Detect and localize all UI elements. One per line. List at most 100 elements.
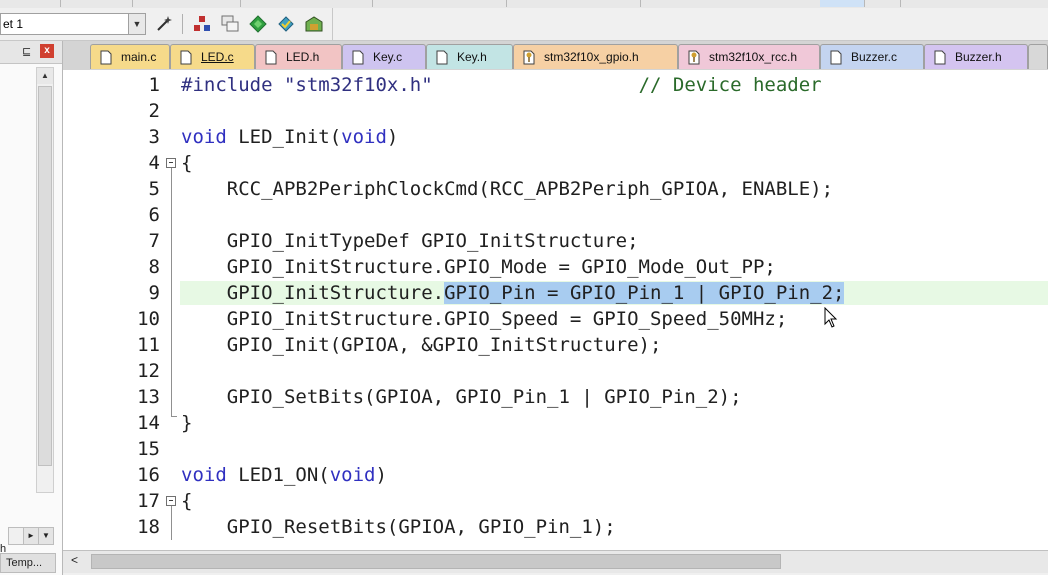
- tab-label: Key.c: [373, 50, 403, 64]
- fold-collapse-icon[interactable]: [166, 496, 176, 506]
- tab-key-h[interactable]: Key.h: [426, 44, 513, 69]
- fold-collapse-icon[interactable]: [166, 158, 176, 168]
- tab-led-c[interactable]: LED.c: [170, 44, 255, 69]
- code-line[interactable]: 4{: [63, 150, 1048, 176]
- file-icon: [100, 50, 112, 65]
- code-line[interactable]: 16 void LED1_ON(void): [63, 462, 1048, 488]
- code-line[interactable]: 8 GPIO_InitStructure.GPIO_Mode = GPIO_Mo…: [63, 254, 1048, 280]
- code-token: LED_Init(: [226, 126, 342, 148]
- tab-overflow[interactable]: [1028, 44, 1048, 69]
- code-token: ): [375, 464, 387, 486]
- line-number: 6: [148, 204, 160, 226]
- line-number: 5: [148, 178, 160, 200]
- line-number: 9: [148, 282, 160, 304]
- code-text: #include "stm32f10x.h" // Device header: [181, 72, 822, 98]
- header-file-icon: [523, 50, 535, 65]
- file-icon: [352, 50, 364, 65]
- code-text: {: [181, 150, 192, 176]
- strip-divider: [240, 0, 241, 7]
- line-number: 17: [137, 490, 160, 512]
- code-token: GPIO_InitStructure.GPIO_Speed = GPIO_Spe…: [181, 308, 788, 330]
- tab-label: LED.c: [201, 50, 234, 64]
- editor-tabs: main.c LED.c LED.h Key.c Key.h stm32f10x…: [63, 41, 1048, 71]
- file-icon: [180, 50, 192, 65]
- code-editor[interactable]: 1 #include "stm32f10x.h" // Device header…: [63, 70, 1048, 550]
- code-line[interactable]: 11 GPIO_Init(GPIOA, &GPIO_InitStructure)…: [63, 332, 1048, 358]
- tab-stm32f10x-gpio-h[interactable]: stm32f10x_gpio.h: [513, 44, 678, 69]
- code-text: GPIO_SetBits(GPIOA, GPIO_Pin_1 | GPIO_Pi…: [181, 384, 742, 410]
- tab-buzzer-c[interactable]: Buzzer.c: [820, 44, 924, 69]
- code-text: void LED1_ON(void): [181, 462, 387, 488]
- project-panel: ⊑ x ▲ ► ▼ h Temp...: [0, 41, 63, 575]
- code-text: GPIO_ResetBits(GPIOA, GPIO_Pin_1);: [181, 514, 616, 540]
- build-toolbar: et 1 ▼: [0, 8, 1048, 41]
- project-panel-hscroll[interactable]: ► ▼: [8, 527, 54, 545]
- code-line[interactable]: 15: [63, 436, 1048, 462]
- strip-highlight: [820, 0, 865, 7]
- manage-components-button[interactable]: [190, 13, 214, 35]
- code-keyword: void: [341, 126, 387, 148]
- code-line[interactable]: 3 void LED_Init(void): [63, 124, 1048, 150]
- code-line[interactable]: 5 RCC_APB2PeriphClockCmd(RCC_APB2Periph_…: [63, 176, 1048, 202]
- components-icon: [194, 16, 210, 31]
- scroll-thumb[interactable]: [38, 86, 52, 466]
- scroll-up-icon[interactable]: ▲: [37, 68, 53, 84]
- tab-label: Buzzer.c: [851, 50, 898, 64]
- target-select[interactable]: et 1 ▼: [0, 13, 146, 35]
- strip-divider: [372, 0, 373, 7]
- code-line[interactable]: 17 {: [63, 488, 1048, 514]
- scroll-left-icon[interactable]: <: [71, 553, 78, 567]
- code-line[interactable]: 1 #include "stm32f10x.h" // Device header: [63, 72, 1048, 98]
- tab-stm32f10x-rcc-h[interactable]: stm32f10x_rcc.h: [678, 44, 820, 69]
- line-number: 12: [137, 360, 160, 382]
- code-line[interactable]: 7 GPIO_InitTypeDef GPIO_InitStructure;: [63, 228, 1048, 254]
- tab-key-c[interactable]: Key.c: [342, 44, 426, 69]
- code-token: {: [181, 152, 193, 174]
- strip-divider: [900, 0, 901, 7]
- line-number: 13: [137, 386, 160, 408]
- code-token: ): [386, 126, 399, 148]
- close-icon[interactable]: x: [40, 44, 54, 58]
- scroll-down-icon[interactable]: ▼: [38, 528, 53, 544]
- tab-main-c[interactable]: main.c: [90, 44, 170, 69]
- magic-wand-icon: [157, 16, 172, 31]
- code-line[interactable]: 2: [63, 98, 1048, 124]
- code-text: GPIO_InitTypeDef GPIO_InitStructure;: [181, 228, 639, 254]
- pin-icon[interactable]: ⊑: [22, 45, 31, 58]
- code-text: GPIO_InitStructure.GPIO_Speed = GPIO_Spe…: [181, 306, 788, 332]
- select-software-packs-button[interactable]: [274, 13, 298, 35]
- line-number: 18: [137, 516, 160, 538]
- target-options-button[interactable]: [152, 13, 176, 35]
- code-text: GPIO_InitStructure.GPIO_Pin = GPIO_Pin_1…: [181, 280, 845, 306]
- strip-divider: [506, 0, 507, 7]
- project-panel-scrollbar[interactable]: ▲: [36, 67, 54, 493]
- green-diamond-button[interactable]: [246, 13, 270, 35]
- code-line[interactable]: 9 GPIO_InitStructure.GPIO_Pin = GPIO_Pin…: [63, 280, 1048, 306]
- templates-tab[interactable]: Temp...: [0, 553, 56, 573]
- tab-buzzer-h[interactable]: Buzzer.h: [924, 44, 1028, 69]
- line-number: 14: [137, 412, 160, 434]
- hscroll-thumb[interactable]: [91, 554, 781, 569]
- code-text: GPIO_InitStructure.GPIO_Mode = GPIO_Mode…: [181, 254, 776, 280]
- tab-label: LED.h: [286, 50, 320, 64]
- code-line[interactable]: 12: [63, 358, 1048, 384]
- file-extensions-button[interactable]: [218, 13, 242, 35]
- green-diamond-icon: [249, 15, 267, 33]
- code-text: }: [181, 410, 192, 436]
- editor-hscrollbar[interactable]: <: [63, 550, 1048, 573]
- code-token: GPIO_ResetBits(GPIOA, GPIO_Pin_1);: [181, 516, 616, 538]
- tab-label: stm32f10x_gpio.h: [544, 50, 639, 64]
- code-token: RCC_APB2PeriphClockCmd(RCC_APB2Periph_GP…: [181, 178, 834, 200]
- code-line[interactable]: 6: [63, 202, 1048, 228]
- line-number: 11: [137, 334, 160, 356]
- scroll-right-icon[interactable]: ►: [23, 528, 38, 544]
- tab-led-h[interactable]: LED.h: [255, 44, 342, 69]
- pack-installer-button[interactable]: [302, 13, 326, 35]
- header-file-icon: [688, 50, 700, 65]
- code-text: RCC_APB2PeriphClockCmd(RCC_APB2Periph_GP…: [181, 176, 833, 202]
- code-line[interactable]: 13 GPIO_SetBits(GPIOA, GPIO_Pin_1 | GPIO…: [63, 384, 1048, 410]
- code-line[interactable]: 18 GPIO_ResetBits(GPIOA, GPIO_Pin_1);: [63, 514, 1048, 540]
- chevron-down-icon[interactable]: ▼: [128, 14, 145, 34]
- code-line[interactable]: 10 GPIO_InitStructure.GPIO_Speed = GPIO_…: [63, 306, 1048, 332]
- code-line[interactable]: 14}: [63, 410, 1048, 436]
